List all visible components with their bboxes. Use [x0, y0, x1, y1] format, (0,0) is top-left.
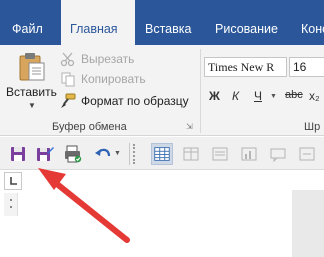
cut-button[interactable]: Вырезать [60, 50, 134, 68]
clipboard-group-label: Буфер обмена [52, 121, 127, 133]
comment-icon[interactable] [268, 144, 288, 164]
save-icon[interactable] [8, 144, 28, 164]
font-name-combobox[interactable]: Times New R [204, 57, 287, 77]
chart-icon[interactable] [239, 144, 259, 164]
group-divider [200, 49, 201, 133]
undo-icon[interactable] [93, 144, 113, 164]
symbol-icon[interactable] [297, 144, 317, 164]
tab-home[interactable]: Главная [61, 0, 135, 45]
scissors-icon [60, 52, 75, 67]
vertical-ruler-margin [4, 216, 18, 257]
left-tab-stop-icon [10, 177, 17, 185]
font-size-combobox[interactable]: 16 [289, 57, 324, 77]
subscript-button[interactable]: x₂ [309, 89, 320, 107]
strikethrough-button[interactable]: abc [285, 89, 303, 107]
grip-handle[interactable] [133, 144, 136, 164]
ruler-tab-selector[interactable] [4, 172, 22, 190]
copy-label: Копировать [81, 72, 146, 86]
bold-button[interactable]: Ж [209, 89, 220, 107]
table-grid-icon[interactable] [151, 143, 173, 165]
tab-file[interactable]: Файл [12, 0, 43, 45]
tab-insert[interactable]: Вставка [145, 0, 191, 45]
tab-consultant[interactable]: Конс [301, 0, 324, 45]
table-draw-icon[interactable] [181, 144, 201, 164]
font-group-label: Шр [304, 121, 321, 133]
clipboard-paste-icon [19, 53, 45, 81]
paintbrush-icon [61, 93, 76, 108]
save-as-icon[interactable] [35, 144, 55, 164]
italic-button[interactable]: К [232, 89, 239, 107]
paste-label: Вставить [6, 85, 57, 99]
copy-button[interactable]: Копировать [60, 70, 146, 88]
dialog-launcher-icon[interactable]: ⇲ [186, 122, 193, 131]
toolbar-separator [129, 143, 130, 165]
print-preview-icon[interactable] [63, 144, 83, 164]
underline-dropdown-icon[interactable]: ▼ [270, 93, 277, 100]
ribbon-home: Вставить ▼ Вырезать Копировать Формат по… [0, 45, 324, 136]
tab-draw[interactable]: Рисование [215, 0, 278, 45]
chevron-down-icon[interactable]: ▼ [28, 101, 36, 110]
cut-label: Вырезать [81, 52, 135, 66]
document-background [292, 190, 324, 257]
textbox-icon[interactable] [210, 144, 230, 164]
underline-button[interactable]: Ч [254, 89, 262, 107]
format-painter-label: Формат по образцу [81, 94, 189, 108]
ruler-tick [10, 206, 12, 208]
ribbon-tab-bar: Файл Главная Вставка Рисование Конс [0, 0, 324, 45]
quick-access-toolbar: ▼ [0, 137, 324, 170]
copy-icon [61, 72, 75, 87]
format-painter-button[interactable]: Формат по образцу [60, 92, 189, 110]
ruler-tick [10, 199, 12, 201]
undo-dropdown-icon[interactable]: ▼ [114, 150, 121, 157]
